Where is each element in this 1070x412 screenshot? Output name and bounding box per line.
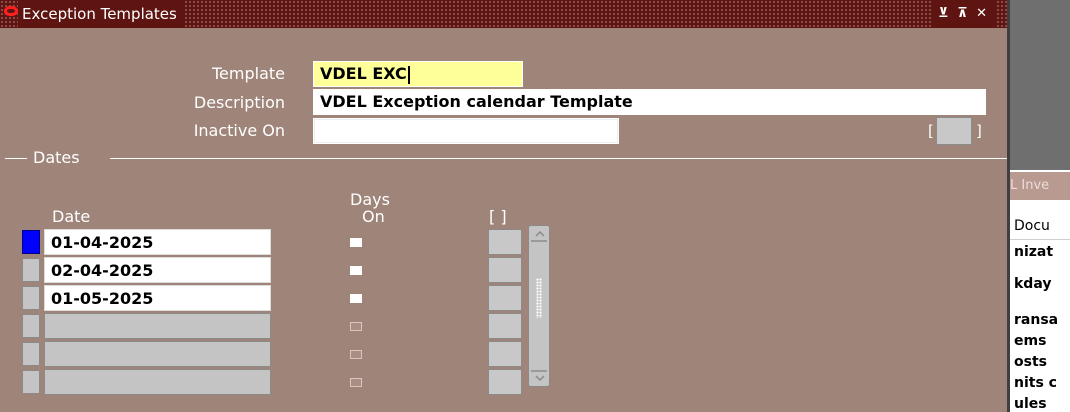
title-bar[interactable]: Exception Templates ⊻ ⊼ ✕ bbox=[0, 0, 1007, 28]
background-doc-label: Docu bbox=[1010, 212, 1070, 240]
inactive-on-field[interactable] bbox=[313, 118, 619, 144]
description-field[interactable]: VDEL Exception calendar Template bbox=[313, 89, 986, 115]
scroll-up-button[interactable] bbox=[531, 228, 547, 242]
background-line: nizat bbox=[1014, 244, 1054, 260]
days-on-checkbox[interactable] bbox=[350, 350, 362, 359]
record-indicator[interactable] bbox=[22, 258, 40, 282]
scroll-down-button[interactable] bbox=[531, 370, 547, 384]
dates-section-label: Dates bbox=[33, 148, 80, 167]
date-cell[interactable] bbox=[44, 369, 271, 395]
date-cell[interactable]: 01-04-2025 bbox=[44, 229, 271, 255]
scroll-thumb-grip[interactable] bbox=[536, 278, 542, 318]
row-dff-cell[interactable] bbox=[488, 341, 522, 367]
chevron-up-icon bbox=[535, 231, 545, 237]
template-field[interactable]: VDEL EXC bbox=[313, 61, 523, 87]
record-indicator[interactable] bbox=[22, 314, 40, 338]
date-cell[interactable] bbox=[44, 313, 271, 339]
vertical-scrollbar[interactable] bbox=[528, 225, 550, 387]
date-cell[interactable]: 02-04-2025 bbox=[44, 257, 271, 283]
record-indicator[interactable] bbox=[22, 230, 40, 254]
row-dff-cell[interactable] bbox=[488, 257, 522, 283]
days-on-checkbox[interactable] bbox=[350, 238, 362, 247]
row-dff-cell[interactable] bbox=[488, 229, 522, 255]
background-dark-panel bbox=[1010, 0, 1070, 170]
background-line: ules bbox=[1014, 396, 1047, 412]
inactive-on-label: Inactive On bbox=[193, 121, 285, 140]
chevron-down-icon bbox=[535, 375, 545, 381]
section-divider bbox=[5, 158, 27, 159]
background-tab: L Inve bbox=[1010, 172, 1070, 200]
description-label: Description bbox=[193, 93, 285, 112]
dff-bracket-open: [ bbox=[928, 122, 934, 140]
template-value: VDEL EXC bbox=[320, 64, 407, 83]
background-line: osts bbox=[1014, 354, 1047, 370]
record-indicator[interactable] bbox=[22, 342, 40, 366]
descriptive-flexfield[interactable] bbox=[936, 117, 972, 145]
background-line: nits c bbox=[1014, 375, 1057, 391]
background-line: ransa bbox=[1014, 312, 1059, 328]
dff-bracket-close: ] bbox=[976, 122, 982, 140]
background-line: kday bbox=[1014, 276, 1052, 292]
window-title: Exception Templates bbox=[18, 0, 185, 28]
date-cell[interactable]: 01-05-2025 bbox=[44, 285, 271, 311]
row-dff-cell[interactable] bbox=[488, 285, 522, 311]
on-column-header: On bbox=[362, 207, 385, 226]
record-indicator[interactable] bbox=[22, 370, 40, 394]
date-column-header: Date bbox=[52, 207, 91, 226]
oracle-logo-icon bbox=[4, 6, 18, 16]
date-cell[interactable] bbox=[44, 341, 271, 367]
row-dff-cell[interactable] bbox=[488, 369, 522, 395]
section-divider bbox=[110, 158, 1007, 159]
days-on-checkbox[interactable] bbox=[350, 294, 362, 303]
days-on-checkbox[interactable] bbox=[350, 266, 362, 275]
dff-column-header: [ ] bbox=[489, 207, 507, 226]
template-label: Template bbox=[211, 64, 285, 83]
days-on-checkbox[interactable] bbox=[350, 378, 362, 387]
window-controls[interactable]: ⊻ ⊼ ✕ bbox=[932, 0, 996, 28]
background-line: ems bbox=[1014, 333, 1047, 349]
text-cursor bbox=[407, 65, 410, 84]
exception-templates-window: Exception Templates ⊻ ⊼ ✕ Template VDEL … bbox=[0, 0, 1010, 412]
days-on-checkbox[interactable] bbox=[350, 322, 362, 331]
record-indicator[interactable] bbox=[22, 286, 40, 310]
row-dff-cell[interactable] bbox=[488, 313, 522, 339]
